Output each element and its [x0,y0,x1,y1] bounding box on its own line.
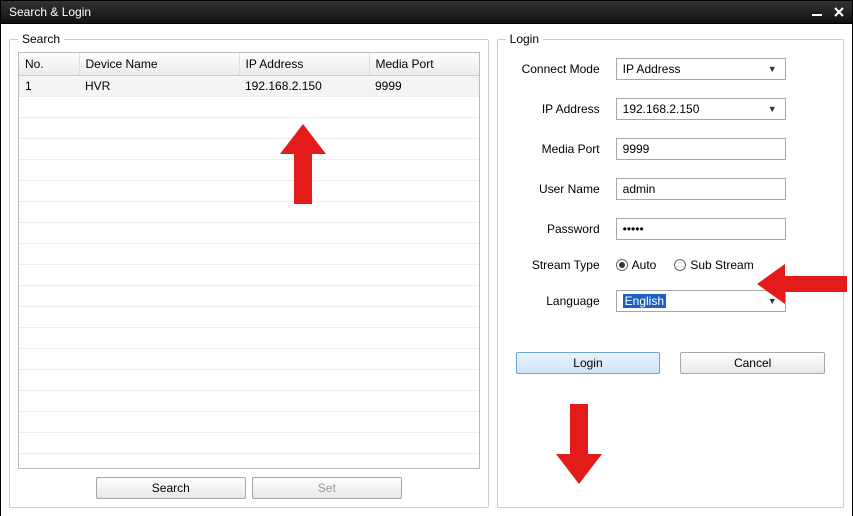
close-button[interactable] [830,5,848,19]
search-panel: Search No. Device Name IP Address Media … [9,32,489,508]
col-no[interactable]: No. [19,53,79,76]
cell-ip: 192.168.2.150 [239,76,369,97]
ip-address-combo[interactable]: 192.168.2.150 ▼ [616,98,786,120]
chevron-down-icon: ▼ [768,296,777,306]
password-input[interactable]: ••••• [616,218,786,240]
login-legend: Login [506,32,543,46]
client-area: Search No. Device Name IP Address Media … [1,24,852,516]
search-legend: Search [18,32,64,46]
language-label: Language [516,294,616,308]
annotation-arrow-login-icon [556,404,602,484]
dialog-window: Search & Login Search No. [0,0,853,516]
stream-auto-radio[interactable]: Auto [616,258,657,272]
chevron-down-icon: ▼ [768,104,777,114]
radio-icon [616,259,628,271]
connect-mode-label: Connect Mode [516,62,616,76]
login-button-row: Login Cancel [516,352,825,374]
cell-device: HVR [79,76,239,97]
stream-sub-radio[interactable]: Sub Stream [674,258,753,272]
login-panel: Login Connect Mode IP Address ▼ IP Addre… [497,32,844,508]
title-bar: Search & Login [1,1,852,24]
set-button[interactable]: Set [252,477,402,499]
col-media-port[interactable]: Media Port [369,53,480,76]
window-title: Search & Login [5,5,91,19]
col-ip-address[interactable]: IP Address [239,53,369,76]
search-button[interactable]: Search [96,477,246,499]
cell-no: 1 [19,76,79,97]
window-controls [808,5,848,19]
col-device-name[interactable]: Device Name [79,53,239,76]
user-name-label: User Name [516,182,616,196]
table-row[interactable]: 1 HVR 192.168.2.150 9999 [19,76,480,97]
minimize-button[interactable] [808,5,826,19]
connect-mode-combo[interactable]: IP Address ▼ [616,58,786,80]
chevron-down-icon: ▼ [768,64,777,74]
radio-icon [674,259,686,271]
device-table[interactable]: No. Device Name IP Address Media Port 1 … [18,52,480,469]
language-combo[interactable]: English ▼ [616,290,786,312]
stream-type-label: Stream Type [516,258,616,272]
password-label: Password [516,222,616,236]
login-form: Connect Mode IP Address ▼ IP Address 192… [506,52,835,380]
media-port-input[interactable]: 9999 [616,138,786,160]
cancel-button[interactable]: Cancel [680,352,825,374]
user-name-input[interactable]: admin [616,178,786,200]
search-button-row: Search Set [18,477,480,499]
cell-port: 9999 [369,76,480,97]
ip-address-label: IP Address [516,102,616,116]
media-port-label: Media Port [516,142,616,156]
login-button[interactable]: Login [516,352,661,374]
